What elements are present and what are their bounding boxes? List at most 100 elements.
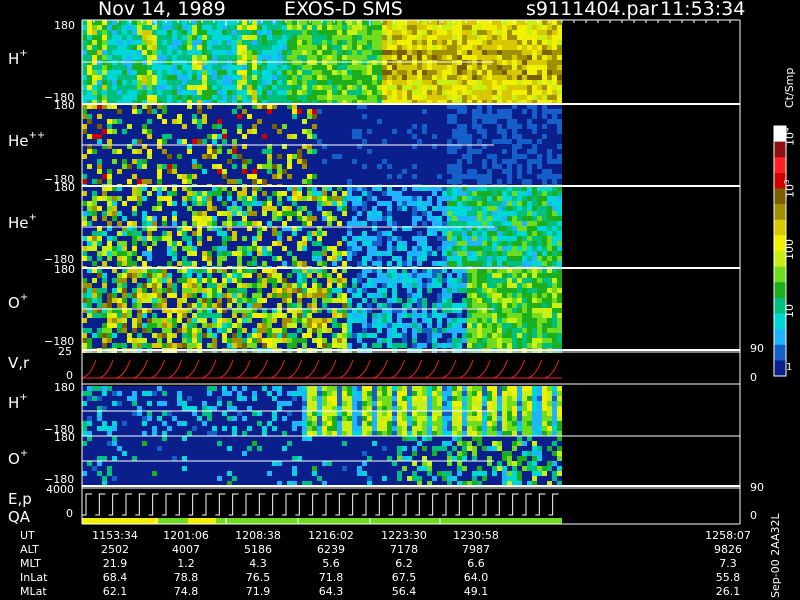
spectrogram-cell [272, 164, 277, 169]
spectrogram-cell [312, 95, 317, 100]
spectrogram-cell [202, 278, 207, 283]
spectrogram-cell [517, 174, 522, 179]
spectrogram-cell [267, 109, 272, 114]
spectrogram-cell [452, 65, 457, 70]
spectrogram-cell [447, 191, 452, 196]
spectrogram-cell [317, 95, 322, 100]
spectrogram-cell [502, 139, 507, 144]
spectrogram-cell [517, 95, 522, 100]
spectrogram-cell [107, 251, 112, 256]
spectrogram-cell [122, 164, 127, 169]
spectrogram-cell [217, 134, 222, 139]
spectrogram-cell [452, 318, 457, 323]
spectrogram-cell [307, 221, 312, 226]
spectrogram-cell [327, 343, 332, 348]
spectrogram-cell [382, 391, 387, 396]
spectrogram-cell [337, 201, 342, 206]
spectrogram-cell [492, 231, 497, 236]
spectrogram-cell [367, 35, 372, 40]
spectrogram-cell [402, 273, 407, 278]
spectrogram-cell [287, 318, 292, 323]
spectrogram-cell [492, 201, 497, 206]
spectrogram-cell [377, 318, 382, 323]
spectrogram-cell [392, 256, 397, 261]
spectrogram-cell [312, 45, 317, 50]
spectrogram-cell [82, 298, 87, 303]
spectrogram-cell [302, 129, 307, 134]
spectrogram-cell [442, 416, 447, 421]
spectrogram-cell [492, 35, 497, 40]
spectrogram-cell [472, 283, 477, 288]
spectrogram-cell [457, 261, 462, 266]
spectrogram-cell [407, 396, 412, 401]
spectrogram-cell [557, 328, 562, 333]
spectrogram-cell [212, 313, 217, 318]
spectrogram-cell [182, 246, 187, 251]
spectrogram-cell [532, 45, 537, 50]
spectrogram-cell [537, 25, 542, 30]
spectrogram-cell [307, 293, 312, 298]
spectrogram-cell [202, 201, 207, 206]
spectrogram-cell [222, 426, 227, 431]
spectrogram-cell [432, 85, 437, 90]
spectrogram-cell [507, 256, 512, 261]
spectrogram-cell [502, 206, 507, 211]
spectrogram-cell [177, 40, 182, 45]
spectrogram-cell [317, 75, 322, 80]
spectrogram-cell [122, 40, 127, 45]
spectrogram-cell [132, 298, 137, 303]
spectrogram-cell [202, 95, 207, 100]
spectrogram-cell [387, 75, 392, 80]
spectrogram-cell [407, 313, 412, 318]
spectrogram-cell [422, 206, 427, 211]
spectrogram-cell [112, 30, 117, 35]
spectrogram-cell [422, 246, 427, 251]
spectrogram-cell [227, 293, 232, 298]
spectrogram-cell [97, 95, 102, 100]
spectrogram-cell [87, 328, 92, 333]
spectrogram-cell [207, 283, 212, 288]
spectrogram-cell [372, 85, 377, 90]
spectrogram-cell [87, 298, 92, 303]
spectrogram-cell [337, 283, 342, 288]
spectrogram-cell [172, 256, 177, 261]
spectrogram-cell [232, 333, 237, 338]
spectrogram-cell [397, 85, 402, 90]
spectrogram-cell [257, 55, 262, 60]
spectrogram-cell [307, 211, 312, 216]
spectrogram-cell [172, 90, 177, 95]
spectrogram-cell [267, 318, 272, 323]
spectrogram-cell [402, 303, 407, 308]
spectrogram-cell [392, 278, 397, 283]
spectrogram-cell [467, 396, 472, 401]
spectrogram-cell [557, 124, 562, 129]
spectrogram-cell [487, 303, 492, 308]
spectrogram-cell [417, 50, 422, 55]
spectrogram-cell [112, 75, 117, 80]
spectrogram-cell [292, 40, 297, 45]
spectrogram-cell [287, 288, 292, 293]
spectrogram-cell [367, 391, 372, 396]
spectrogram-cell [537, 273, 542, 278]
spectrogram-cell [407, 416, 412, 421]
spectrogram-cell [487, 80, 492, 85]
spectrogram-cell [442, 70, 447, 75]
spectrogram-cell [342, 95, 347, 100]
spectrogram-cell [252, 221, 257, 226]
spectrogram-cell [192, 201, 197, 206]
spectrogram-cell [482, 80, 487, 85]
spectrogram-cell [437, 323, 442, 328]
spectrogram-cell [397, 95, 402, 100]
spectrogram-cell [477, 278, 482, 283]
spectrogram-cell [302, 85, 307, 90]
spectrogram-cell [422, 391, 427, 396]
spectrogram-cell [467, 149, 472, 154]
spectrogram-cell [367, 333, 372, 338]
spectrogram-cell [162, 196, 167, 201]
spectrogram-cell [477, 283, 482, 288]
spectrogram-cell [322, 298, 327, 303]
spectrogram-cell [437, 221, 442, 226]
spectrogram-cell [472, 40, 477, 45]
spectrogram-cell [277, 75, 282, 80]
spectrogram-cell [522, 323, 527, 328]
